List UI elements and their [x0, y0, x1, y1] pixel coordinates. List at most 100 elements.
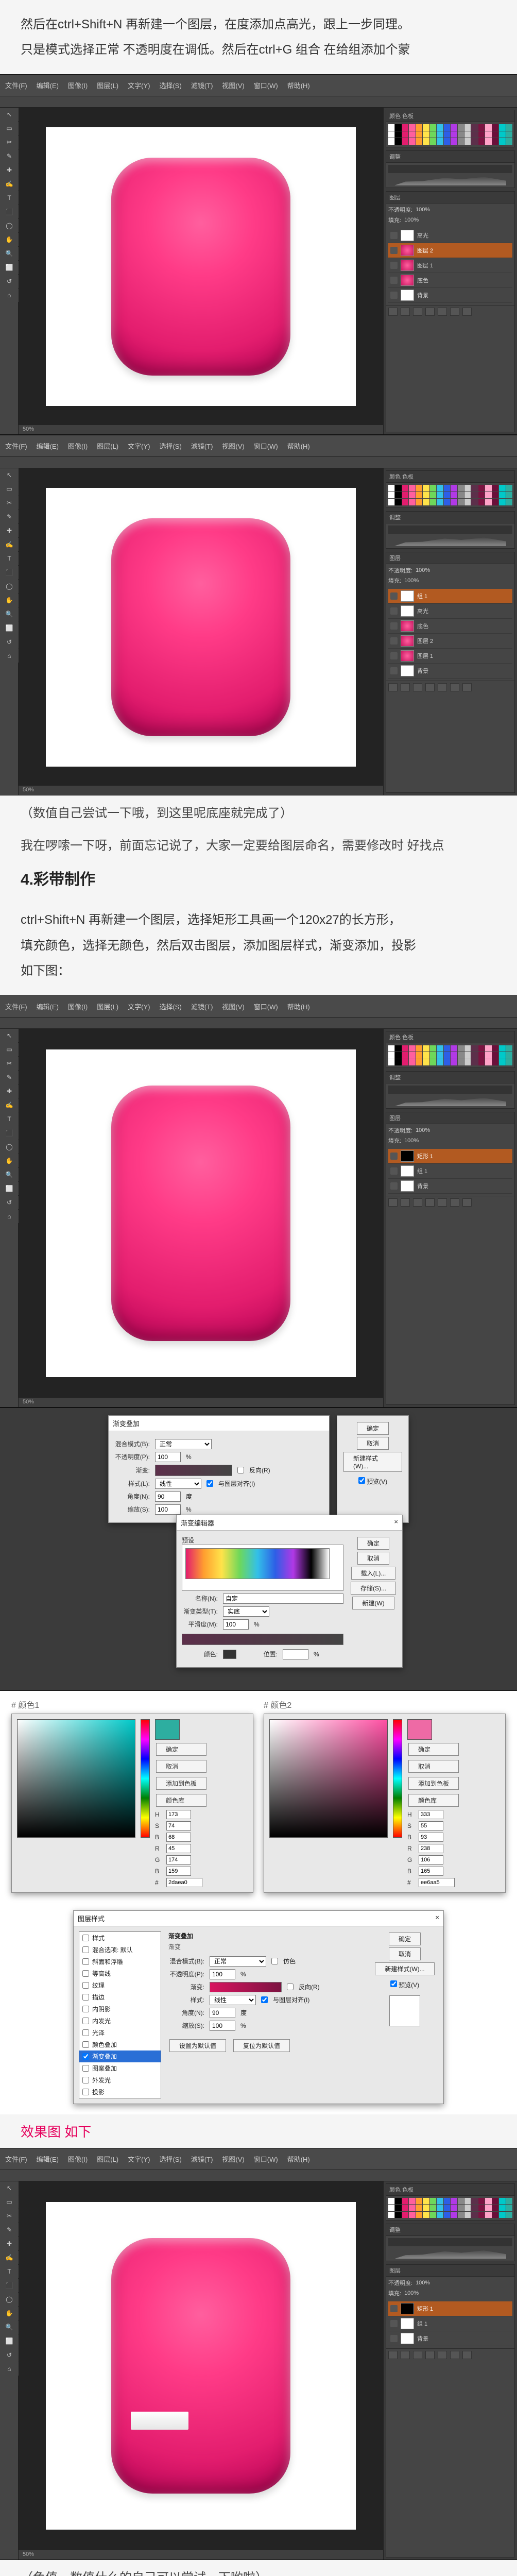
color-stop[interactable] — [223, 1650, 236, 1659]
swatch[interactable] — [416, 1052, 422, 1058]
panel-button[interactable] — [450, 1198, 459, 1207]
style-list-item[interactable]: 混合选项: 默认 — [79, 1944, 161, 1956]
swatch[interactable] — [451, 499, 457, 505]
swatch[interactable] — [485, 1052, 491, 1058]
swatch[interactable] — [471, 485, 477, 491]
swatch[interactable] — [464, 485, 471, 491]
swatch[interactable] — [499, 2212, 505, 2218]
menu-item[interactable]: 图像(I) — [68, 2154, 88, 2164]
layer-row[interactable]: 底色 — [388, 273, 512, 288]
swatch[interactable] — [423, 1045, 429, 1052]
swatch[interactable] — [402, 2212, 408, 2218]
swatch[interactable] — [485, 499, 491, 505]
swatch[interactable] — [464, 1052, 471, 1058]
swatch[interactable] — [416, 1059, 422, 1065]
style-list-item[interactable]: 图案叠加 — [79, 2062, 161, 2074]
cancel-button[interactable]: 取消 — [408, 1760, 459, 1773]
swatch[interactable] — [485, 2198, 491, 2204]
swatch[interactable] — [409, 2205, 415, 2211]
swatch[interactable] — [423, 131, 429, 138]
panel-button[interactable] — [413, 683, 422, 691]
swatch[interactable] — [499, 2205, 505, 2211]
swatch[interactable] — [485, 138, 491, 144]
layer-row[interactable]: 背景 — [388, 664, 512, 679]
swatch[interactable] — [485, 1059, 491, 1065]
swatch[interactable] — [464, 138, 471, 144]
swatch[interactable] — [464, 1059, 471, 1065]
swatch[interactable] — [485, 492, 491, 498]
menu-item[interactable]: 窗口(W) — [254, 1002, 278, 1011]
swatch[interactable] — [395, 1045, 401, 1052]
swatch[interactable] — [430, 2198, 436, 2204]
swatch[interactable] — [409, 2212, 415, 2218]
scale-input[interactable] — [210, 2021, 235, 2031]
swatch[interactable] — [430, 1059, 436, 1065]
style-checkbox[interactable] — [82, 2018, 89, 2024]
swatch[interactable] — [492, 124, 498, 130]
swatch[interactable] — [458, 1052, 464, 1058]
grad-type-select[interactable]: 实底 — [223, 1606, 269, 1617]
style-select[interactable]: 线性 — [210, 1995, 256, 2005]
menu-item[interactable]: 选择(S) — [159, 441, 181, 451]
menu-item[interactable]: 视图(V) — [222, 80, 244, 90]
swatch[interactable] — [492, 138, 498, 144]
swatch[interactable] — [437, 492, 443, 498]
close-icon[interactable]: × — [394, 1518, 398, 1528]
swatch[interactable] — [388, 2212, 394, 2218]
tool-button[interactable]: ⌂ — [0, 649, 19, 663]
swatch[interactable] — [416, 492, 422, 498]
swatch[interactable] — [409, 485, 415, 491]
swatch[interactable] — [430, 499, 436, 505]
style-checkbox[interactable] — [82, 1994, 89, 2001]
swatch[interactable] — [388, 2198, 394, 2204]
swatch[interactable] — [485, 485, 491, 491]
swatch[interactable] — [437, 131, 443, 138]
tool-button[interactable]: ⬛ — [0, 2279, 19, 2292]
swatch[interactable] — [471, 2212, 477, 2218]
swatch[interactable] — [506, 124, 512, 130]
swatch[interactable] — [471, 2205, 477, 2211]
swatch[interactable] — [464, 1045, 471, 1052]
layer-row[interactable]: 组 1 — [388, 1164, 512, 1179]
menu-item[interactable]: 窗口(W) — [254, 441, 278, 451]
tool-button[interactable]: ✍ — [0, 538, 19, 551]
visibility-icon[interactable] — [390, 607, 398, 615]
swatch[interactable] — [478, 131, 485, 138]
swatch[interactable] — [395, 1052, 401, 1058]
swatch[interactable] — [478, 1059, 485, 1065]
swatch[interactable] — [423, 499, 429, 505]
swatch[interactable] — [430, 2212, 436, 2218]
style-list-item[interactable]: 内阴影 — [79, 2003, 161, 2015]
swatch[interactable] — [464, 2205, 471, 2211]
swatch[interactable] — [471, 499, 477, 505]
blend-mode-select[interactable]: 正常 — [155, 1439, 212, 1449]
save-button[interactable]: 存储(S)... — [351, 1582, 396, 1595]
swatch[interactable] — [492, 2198, 498, 2204]
menu-item[interactable]: 滤镜(T) — [191, 2154, 213, 2164]
tool-button[interactable]: T — [0, 1112, 19, 1126]
swatch[interactable] — [471, 131, 477, 138]
swatch[interactable] — [478, 1045, 485, 1052]
swatch[interactable] — [402, 124, 408, 130]
swatch[interactable] — [437, 1045, 443, 1052]
tool-button[interactable]: T — [0, 191, 19, 205]
swatch[interactable] — [423, 2212, 429, 2218]
R-input[interactable] — [419, 1844, 443, 1853]
swatch[interactable] — [430, 1052, 436, 1058]
panel-button[interactable] — [388, 2351, 398, 2359]
menu-item[interactable]: 文件(F) — [5, 1002, 27, 1011]
B2-input[interactable] — [419, 1867, 443, 1876]
align-checkbox[interactable] — [261, 1996, 268, 2003]
tool-button[interactable]: ▭ — [0, 482, 19, 496]
swatch[interactable] — [506, 131, 512, 138]
layer-row[interactable]: 图层 1 — [388, 649, 512, 664]
style-checkbox[interactable] — [82, 2029, 89, 2036]
swatch[interactable] — [464, 131, 471, 138]
swatch[interactable] — [388, 499, 394, 505]
swatch[interactable] — [471, 492, 477, 498]
swatch[interactable] — [492, 1045, 498, 1052]
tool-button[interactable]: ✚ — [0, 524, 19, 537]
swatch[interactable] — [388, 2205, 394, 2211]
style-checkbox[interactable] — [82, 1946, 89, 1953]
swatch[interactable] — [478, 485, 485, 491]
